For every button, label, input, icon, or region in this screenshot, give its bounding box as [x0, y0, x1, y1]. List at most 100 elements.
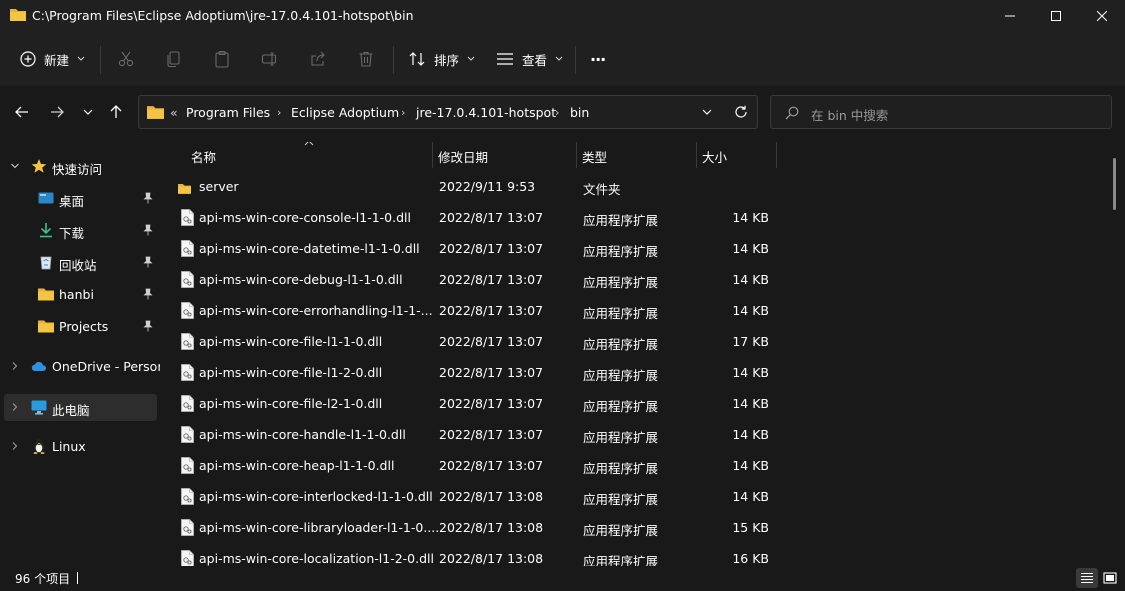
status-divider — [77, 572, 78, 584]
cut-button[interactable] — [116, 49, 136, 69]
file-row[interactable]: server 2022/9/11 9:53 文件夹 — [160, 172, 780, 203]
rename-button[interactable] — [260, 49, 280, 69]
sidebar-item-recycle-bin[interactable]: 回收站 — [0, 249, 158, 276]
file-row[interactable]: api-ms-win-core-datetime-l1-1-0.dll 2022/… — [160, 234, 780, 265]
file-size: 14 KB — [732, 241, 769, 256]
sidebar-item-projects[interactable]: Projects — [0, 313, 158, 340]
sidebar-item-linux[interactable]: Linux — [0, 433, 158, 460]
minimize-button[interactable] — [987, 0, 1033, 32]
sidebar-item-hanbi[interactable]: hanbi — [0, 281, 158, 308]
refresh-button[interactable] — [733, 104, 749, 120]
file-row[interactable]: api-ms-win-core-errorhandling-l1-1-... 20… — [160, 296, 780, 327]
column-divider[interactable] — [432, 142, 433, 168]
forward-button[interactable] — [45, 98, 69, 126]
chevron-down-icon[interactable] — [11, 162, 19, 170]
view-list-icon — [497, 53, 513, 65]
file-name: api-ms-win-core-file-l2-1-0.dll — [199, 396, 383, 411]
folder-icon — [178, 184, 191, 194]
navigation-pane: 快速访问 桌面 下载 回收站 hanbi Projects OneDrive -… — [0, 142, 162, 566]
file-name: api-ms-win-core-file-l1-2-0.dll — [199, 365, 383, 380]
sidebar-item-label: Linux — [52, 439, 86, 454]
chevron-right-icon[interactable] — [11, 442, 19, 450]
breadcrumb-jre[interactable]: jre-17.0.4.101-hotspot — [416, 105, 556, 120]
file-row[interactable]: api-ms-win-core-interlocked-l1-1-0.dll 20… — [160, 482, 780, 513]
pin-icon[interactable] — [143, 320, 153, 332]
column-header-type[interactable]: 类型 — [582, 147, 607, 166]
file-type: 文件夹 — [583, 182, 621, 197]
new-button[interactable]: 新建 — [20, 43, 85, 75]
column-header-size[interactable]: 大小 — [702, 147, 727, 166]
plus-circle-icon — [20, 51, 36, 67]
back-button[interactable] — [10, 98, 34, 126]
dll-file-icon — [181, 519, 194, 536]
file-row[interactable]: api-ms-win-core-file-l1-1-0.dll 2022/8/17… — [160, 327, 780, 358]
chevron-right-icon[interactable]: › — [277, 106, 281, 119]
address-history-button[interactable] — [699, 104, 715, 120]
computer-icon — [31, 400, 47, 415]
address-bar[interactable]: « Program Files › Eclipse Adoptium › jre… — [138, 95, 758, 129]
clipboard-icon — [215, 50, 229, 68]
pin-icon[interactable] — [143, 256, 153, 268]
file-date: 2022/8/17 13:07 — [439, 334, 544, 349]
file-row[interactable]: api-ms-win-core-libraryloader-l1-1-0....… — [160, 513, 780, 544]
file-size: 16 KB — [732, 551, 769, 566]
vertical-scrollbar[interactable] — [1113, 158, 1116, 210]
file-type: 应用程序扩展 — [583, 492, 659, 507]
sidebar-item-desktop[interactable]: 桌面 — [0, 185, 158, 212]
pin-icon[interactable] — [143, 192, 153, 204]
chevron-right-icon[interactable]: › — [555, 106, 559, 119]
column-divider[interactable] — [776, 142, 777, 168]
paste-button[interactable] — [212, 49, 232, 69]
breadcrumb-bin[interactable]: bin — [570, 105, 589, 120]
view-button[interactable]: 查看 — [496, 43, 563, 75]
file-row[interactable]: api-ms-win-core-localization-l1-2-0.dll 2… — [160, 544, 780, 566]
column-divider[interactable] — [576, 142, 577, 168]
sidebar-item-label: hanbi — [59, 287, 94, 302]
column-divider[interactable] — [696, 142, 697, 168]
chevron-right-icon[interactable] — [11, 362, 19, 370]
pin-icon[interactable] — [143, 288, 153, 300]
penguin-icon — [33, 439, 45, 454]
overflow-chevrons[interactable]: « — [170, 105, 178, 120]
maximize-button[interactable] — [1033, 0, 1079, 32]
pin-icon[interactable] — [143, 224, 153, 236]
more-options-button[interactable]: ··· — [590, 43, 606, 75]
chevron-right-icon[interactable] — [11, 403, 19, 411]
breadcrumb-program-files[interactable]: Program Files — [186, 105, 270, 120]
file-row[interactable]: api-ms-win-core-debug-l1-1-0.dll 2022/8/1… — [160, 265, 780, 296]
download-icon — [40, 223, 52, 238]
copy-button[interactable] — [164, 49, 184, 69]
file-row[interactable]: api-ms-win-core-file-l1-2-0.dll 2022/8/17… — [160, 358, 780, 389]
sidebar-item-downloads[interactable]: 下载 — [0, 217, 158, 244]
file-type: 应用程序扩展 — [583, 430, 659, 445]
large-icons-view-button[interactable] — [1099, 568, 1121, 588]
file-row[interactable]: api-ms-win-core-handle-l1-1-0.dll 2022/8/… — [160, 420, 780, 451]
recent-locations-button[interactable] — [76, 98, 100, 126]
file-row[interactable]: api-ms-win-core-console-l1-1-0.dll 2022/8… — [160, 203, 780, 234]
file-name: api-ms-win-core-libraryloader-l1-1-0.... — [199, 520, 440, 535]
sort-button[interactable]: 排序 — [408, 43, 475, 75]
breadcrumb-eclipse-adoptium[interactable]: Eclipse Adoptium — [291, 105, 399, 120]
item-count: 96 个项目 — [15, 572, 71, 586]
chevron-right-icon[interactable]: › — [401, 106, 405, 119]
column-header-name[interactable]: 名称 — [191, 147, 216, 166]
window-title: C:\Program Files\Eclipse Adoptium\jre-17… — [32, 8, 414, 23]
delete-button[interactable] — [356, 49, 376, 69]
sidebar-item-onedrive[interactable]: OneDrive - Persor — [0, 353, 162, 380]
details-view-icon — [1081, 572, 1093, 584]
file-row[interactable]: api-ms-win-core-file-l2-1-0.dll 2022/8/17… — [160, 389, 780, 420]
file-row[interactable]: api-ms-win-core-heap-l1-1-0.dll 2022/8/17… — [160, 451, 780, 482]
search-box[interactable]: 在 bin 中搜索 — [770, 95, 1112, 129]
file-size: 14 KB — [732, 365, 769, 380]
chevron-down-icon — [83, 109, 93, 115]
column-header-date[interactable]: 修改日期 — [438, 147, 488, 166]
sidebar-item-label: 此电脑 — [52, 403, 90, 418]
desktop-icon — [38, 192, 54, 204]
file-type: 应用程序扩展 — [583, 554, 659, 566]
sidebar-item-this-pc[interactable]: 此电脑 — [4, 394, 157, 421]
sidebar-item-quick-access[interactable]: 快速访问 — [0, 153, 158, 180]
share-button[interactable] — [308, 49, 328, 69]
details-view-button[interactable] — [1076, 568, 1098, 588]
close-button[interactable] — [1079, 0, 1125, 32]
up-button[interactable] — [104, 98, 128, 126]
